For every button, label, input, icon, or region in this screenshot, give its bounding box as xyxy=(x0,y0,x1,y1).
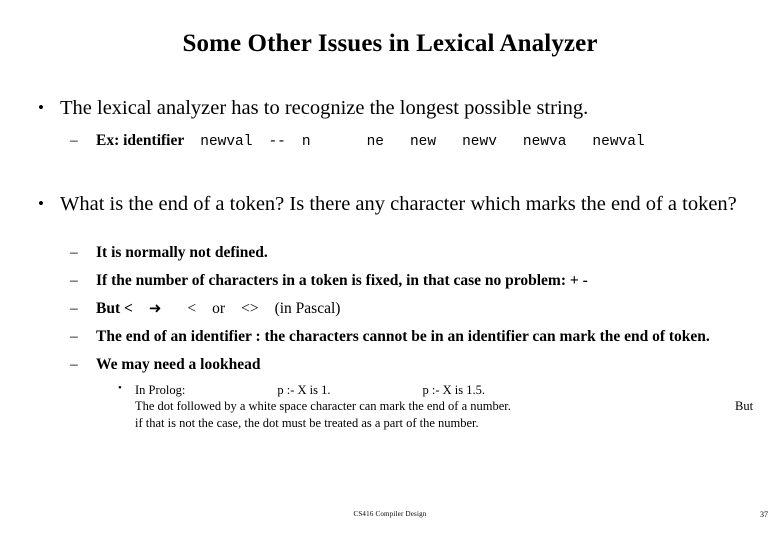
pascal-before: But < xyxy=(96,300,133,318)
example-label: Ex: xyxy=(96,132,120,149)
bullet-marker-icon: • xyxy=(38,193,44,213)
pascal-angle: <> xyxy=(241,300,259,318)
dash-marker-icon: – xyxy=(70,271,78,289)
code-token-newv: newv xyxy=(462,134,497,150)
sub-bullet-list: – It is normally not defined. – If the n… xyxy=(0,243,780,376)
dash-marker-icon: – xyxy=(70,300,78,318)
dash-marker-icon: – xyxy=(70,132,78,149)
prolog-line-3-text: if that is not the case, the dot must be… xyxy=(135,415,479,430)
bullet-item-end-of-token: • What is the end of a token? Is there a… xyxy=(0,192,780,217)
bullet-text: What is the end of a token? Is there any… xyxy=(60,192,737,215)
pascal-after: (in Pascal) xyxy=(274,300,341,318)
code-token-dashes: -- xyxy=(268,134,286,150)
prolog-label: In Prolog: xyxy=(135,382,186,397)
slide: Some Other Issues in Lexical Analyzer • … xyxy=(0,0,780,540)
pascal-middle: < xyxy=(187,300,197,318)
example-emphasis: identifier xyxy=(123,132,185,149)
code-token-new: new xyxy=(409,134,437,150)
code-token-newval-full: newval xyxy=(592,134,645,150)
dash-marker-icon: – xyxy=(70,356,78,374)
sub-bullet-text: It is normally not defined. xyxy=(96,243,268,261)
sub-bullet-text: The end of an identifier : the character… xyxy=(96,328,710,346)
pascal-or: or xyxy=(212,300,226,318)
prolog-line-3: if that is not the case, the dot must be… xyxy=(0,415,780,432)
code-token-n: n xyxy=(301,134,311,150)
bullet-marker-icon: • xyxy=(118,381,122,394)
dash-marker-icon: – xyxy=(70,328,78,346)
sub-bullet-text: If the number of characters in a token i… xyxy=(96,271,588,289)
bullet-item-longest-string: • The lexical analyzer has to recognize … xyxy=(0,96,780,121)
right-arrow-icon: ➜ xyxy=(148,299,162,318)
sub-bullet-example: – Ex: identifier newval -- n ne new newv newva n… xyxy=(0,131,780,152)
prolog-line-1: • In Prolog: p :- X is 1. p :- X is 1.5. xyxy=(0,382,780,399)
sub-bullet-text: We may need a lookhead xyxy=(96,356,261,374)
sub-bullet-identifier-end: – The end of an identifier : the charact… xyxy=(0,327,780,347)
sub-bullet-fixed-length: – If the number of characters in a token… xyxy=(0,271,780,291)
sub-bullet-pascal-operators: – But < ➜ < or <> (in Pascal) xyxy=(0,299,780,319)
prolog-line-2-trailing: But xyxy=(735,399,754,414)
slide-body: • The lexical analyzer has to recognize … xyxy=(0,96,780,431)
bullet-text: The lexical analyzer has to recognize th… xyxy=(60,97,589,119)
prolog-example-2: p :- X is 1.5. xyxy=(422,382,485,397)
code-token-newval: newval xyxy=(200,134,253,150)
prolog-block: • In Prolog: p :- X is 1. p :- X is 1.5. T… xyxy=(0,382,780,432)
sub-bullet-lookahead: – We may need a lookhead xyxy=(0,355,780,375)
dash-marker-icon: – xyxy=(70,243,78,261)
sub-bullet-not-defined: – It is normally not defined. xyxy=(0,243,780,263)
code-token-ne: ne xyxy=(366,134,384,150)
prolog-line-2: The dot followed by a white space charac… xyxy=(0,398,780,415)
page-title: Some Other Issues in Lexical Analyzer xyxy=(182,30,598,57)
code-token-newva: newva xyxy=(522,134,567,150)
prolog-example-1: p :- X is 1. xyxy=(277,382,331,397)
footer-course-label: CS416 Compiler Design xyxy=(353,510,427,518)
footer-page-number: 37 xyxy=(760,510,768,519)
bullet-marker-icon: • xyxy=(38,98,44,117)
prolog-line-2-text: The dot followed by a white space charac… xyxy=(135,399,511,414)
